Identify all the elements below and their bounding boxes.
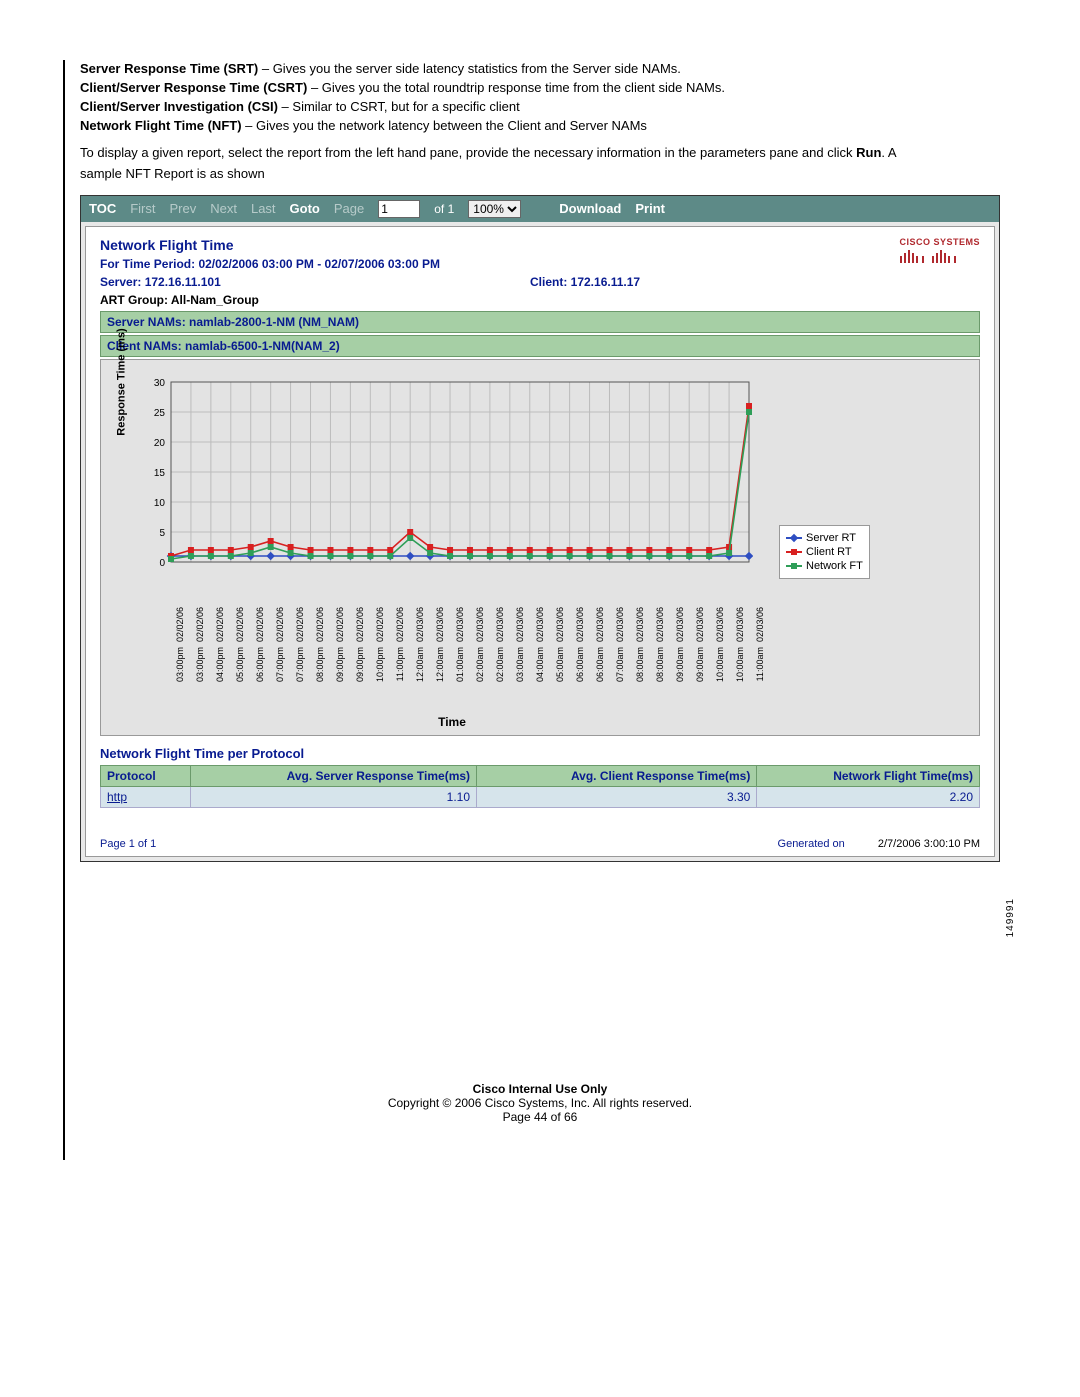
- x-tick: 02/03/0603:00am: [511, 579, 531, 659]
- x-tick: 02/02/0605:00pm: [231, 579, 251, 659]
- x-tick: 02/03/0605:00am: [551, 579, 571, 659]
- toolbar: TOC First Prev Next Last Goto Page of 1 …: [81, 196, 999, 222]
- legend-network-ft: Network FT: [786, 560, 863, 572]
- x-tick: 02/03/0610:00am: [711, 579, 731, 659]
- svg-text:30: 30: [154, 378, 166, 389]
- x-axis-label: Time: [133, 715, 771, 729]
- legend-server-rt: Server RT: [786, 532, 863, 544]
- art-group: ART Group: All-Nam_Group: [100, 293, 980, 311]
- of-pages: of 1: [434, 202, 454, 216]
- x-tick: 02/03/0612:00am: [411, 579, 431, 659]
- chart-area: Response Time (ms) 051015202530 02/02/06…: [100, 359, 980, 736]
- server-label: Server: 172.16.11.101: [100, 275, 530, 289]
- term-srt: Server Response Time (SRT): [80, 61, 258, 76]
- image-code: 149991: [1005, 898, 1016, 937]
- intro-paragraph: To display a given report, select the re…: [80, 143, 1000, 185]
- report-title: Network Flight Time: [100, 237, 980, 253]
- x-tick: 02/03/0609:00am: [691, 579, 711, 659]
- protocol-link[interactable]: http: [101, 786, 191, 807]
- client-label: Client: 172.16.11.17: [530, 275, 640, 289]
- x-tick: 02/02/0611:00pm: [391, 579, 411, 659]
- prev-button[interactable]: Prev: [170, 201, 197, 216]
- x-tick: 02/03/0606:00am: [591, 579, 611, 659]
- th-nft: Network Flight Time(ms): [757, 765, 980, 786]
- term-nft: Network Flight Time (NFT): [80, 118, 242, 133]
- x-tick: 02/03/0601:00am: [451, 579, 471, 659]
- x-tick: 02/03/0608:00am: [631, 579, 651, 659]
- term-csrt: Client/Server Response Time (CSRT): [80, 80, 307, 95]
- generated-on: Generated on 2/7/2006 3:00:10 PM: [778, 838, 980, 850]
- x-tick: 02/03/0609:00am: [671, 579, 691, 659]
- goto-button[interactable]: Goto: [290, 201, 320, 216]
- chart-svg: 0 5 10 15 20 25 30: [133, 376, 753, 576]
- x-tick: 02/03/0606:00am: [571, 579, 591, 659]
- server-nams-bar: Server NAMs: namlab-2800-1-NM (NM_NAM): [100, 311, 980, 333]
- x-tick: 02/03/0602:00am: [491, 579, 511, 659]
- svg-text:25: 25: [154, 408, 166, 419]
- x-tick: 02/02/0603:00pm: [191, 579, 211, 659]
- cell-srv: 1.10: [190, 786, 476, 807]
- vertical-rule: [63, 60, 65, 1160]
- legend-client-rt: Client RT: [786, 546, 863, 558]
- x-tick: 02/03/0608:00am: [651, 579, 671, 659]
- print-button[interactable]: Print: [635, 201, 665, 216]
- x-tick: 02/02/0604:00pm: [211, 579, 231, 659]
- svg-text:5: 5: [159, 528, 165, 539]
- x-tick: 02/03/0611:00am: [751, 579, 771, 659]
- x-tick: 02/02/0608:00pm: [311, 579, 331, 659]
- y-axis-label: Response Time (ms): [116, 328, 128, 435]
- report-viewer: TOC First Prev Next Last Goto Page of 1 …: [80, 195, 1000, 862]
- th-avg-client: Avg. Client Response Time(ms): [477, 765, 757, 786]
- cell-cli: 3.30: [477, 786, 757, 807]
- x-tick: 02/03/0602:00am: [471, 579, 491, 659]
- time-period: For Time Period: 02/02/2006 03:00 PM - 0…: [100, 257, 980, 271]
- protocol-section-title: Network Flight Time per Protocol: [100, 746, 980, 761]
- svg-text:20: 20: [154, 438, 166, 449]
- report-page-number: Page 1 of 1: [100, 838, 156, 850]
- x-tick: 02/02/0607:00pm: [271, 579, 291, 659]
- x-tick: 02/02/0610:00pm: [371, 579, 391, 659]
- cisco-logo: CISCO SYSTEMS: [899, 237, 980, 263]
- cell-nft: 2.20: [757, 786, 980, 807]
- th-protocol: Protocol: [101, 765, 191, 786]
- th-avg-server: Avg. Server Response Time(ms): [190, 765, 476, 786]
- page-label: Page: [334, 201, 364, 216]
- page-footer: Cisco Internal Use Only Copyright © 2006…: [80, 1082, 1000, 1124]
- x-tick: 02/02/0607:00pm: [291, 579, 311, 659]
- definitions-block: Server Response Time (SRT) – Gives you t…: [80, 60, 1000, 135]
- x-tick: 02/03/0612:00am: [431, 579, 451, 659]
- svg-text:0: 0: [159, 558, 165, 569]
- x-tick: 02/03/0610:00am: [731, 579, 751, 659]
- x-tick-labels: 02/02/0603:00pm02/02/0603:00pm02/02/0604…: [171, 579, 771, 659]
- term-csi: Client/Server Investigation (CSI): [80, 99, 278, 114]
- svg-text:15: 15: [154, 468, 166, 479]
- download-button[interactable]: Download: [559, 201, 621, 216]
- toc-button[interactable]: TOC: [89, 201, 116, 216]
- first-button[interactable]: First: [130, 201, 155, 216]
- next-button[interactable]: Next: [210, 201, 237, 216]
- x-tick: 02/03/0607:00am: [611, 579, 631, 659]
- table-row: http 1.10 3.30 2.20: [101, 786, 980, 807]
- chart-legend: Server RT Client RT Network FT: [779, 525, 870, 579]
- client-nams-bar: Client NAMs: namlab-6500-1-NM(NAM_2): [100, 335, 980, 357]
- report-footer: Page 1 of 1 Generated on 2/7/2006 3:00:1…: [100, 808, 980, 856]
- report-header: Network Flight Time For Time Period: 02/…: [100, 237, 980, 357]
- protocol-table: Protocol Avg. Server Response Time(ms) A…: [100, 765, 980, 808]
- x-tick: 02/02/0609:00pm: [331, 579, 351, 659]
- report-body: CISCO SYSTEMS Network Flight Time For Ti…: [85, 226, 995, 857]
- x-tick: 02/02/0603:00pm: [171, 579, 191, 659]
- zoom-select[interactable]: 100%: [468, 200, 521, 218]
- page-input[interactable]: [378, 200, 420, 218]
- x-tick: 02/03/0604:00am: [531, 579, 551, 659]
- last-button[interactable]: Last: [251, 201, 276, 216]
- x-tick: 02/02/0606:00pm: [251, 579, 271, 659]
- svg-text:10: 10: [154, 498, 166, 509]
- x-tick: 02/02/0609:00pm: [351, 579, 371, 659]
